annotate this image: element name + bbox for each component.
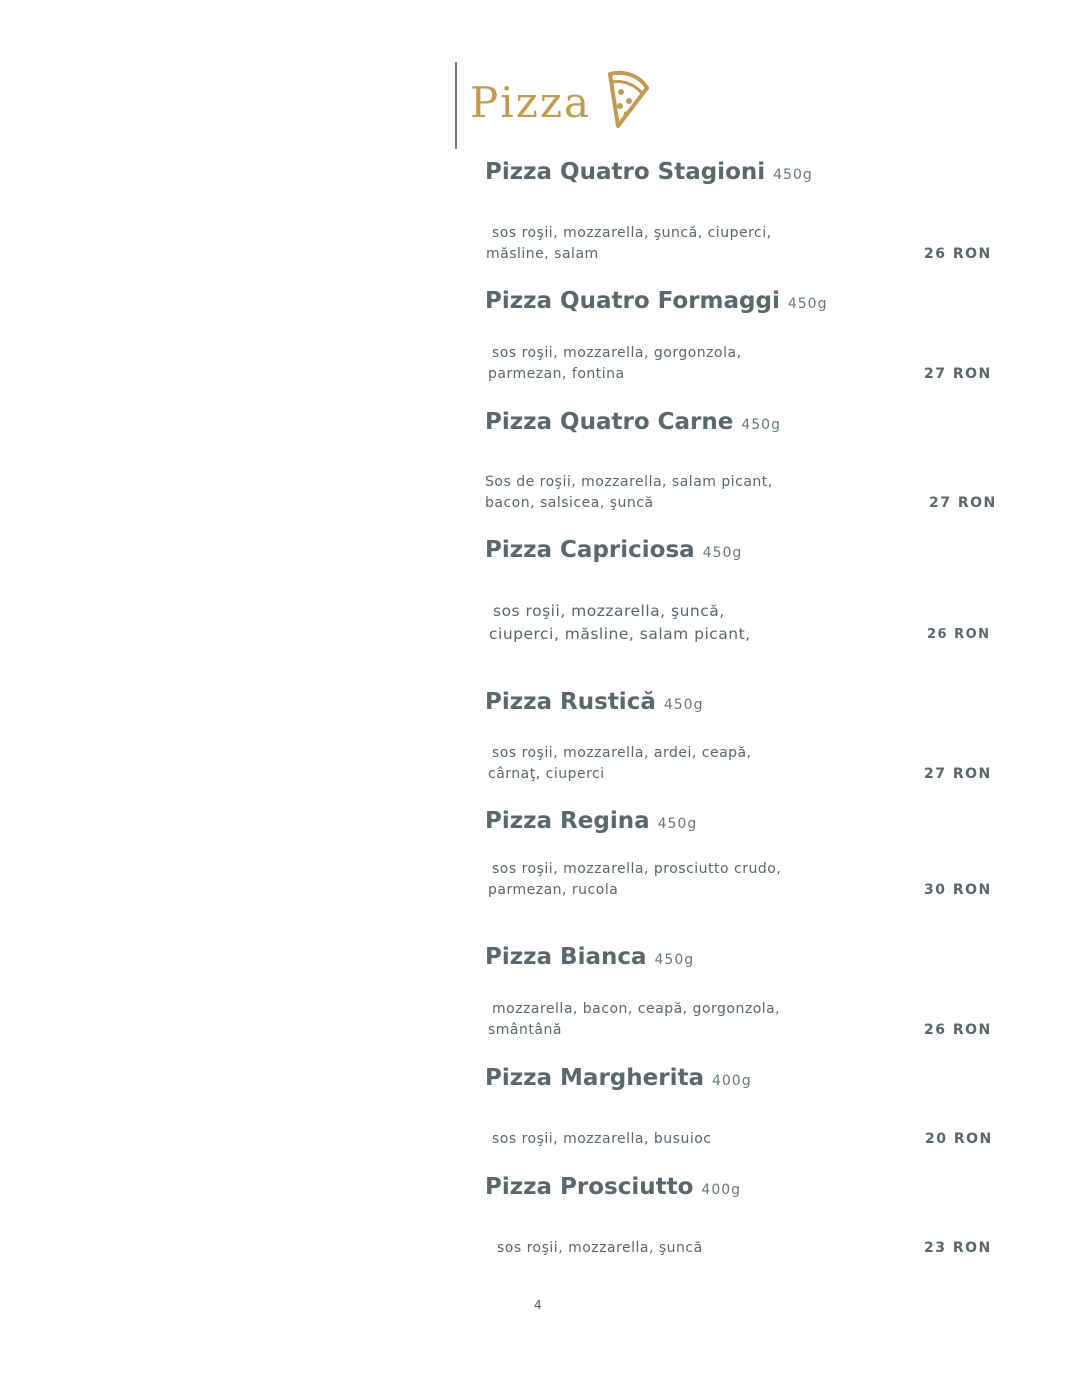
item-weight: 450g xyxy=(657,816,698,832)
item-description: mozzarella, bacon, ceapă, gorgonzola, sm… xyxy=(488,999,780,1041)
menu-item: Pizza Rustică 450g xyxy=(485,687,1005,720)
item-description-line: sos roşii, mozzarella, busuioc xyxy=(492,1131,712,1147)
item-price: 26 RON xyxy=(924,246,992,262)
item-price: 26 RON xyxy=(927,627,991,642)
item-description-line: sos roşii, mozzarella, şuncă, xyxy=(493,602,725,620)
item-description: sos roşii, mozzarella, şuncă, ciuperci, … xyxy=(489,600,751,646)
item-price: 27 RON xyxy=(924,766,992,782)
item-weight: 450g xyxy=(787,296,828,312)
item-price: 27 RON xyxy=(929,495,997,511)
item-description-line: sos roşii, mozzarella, prosciutto crudo, xyxy=(492,861,782,877)
item-weight: 400g xyxy=(711,1073,752,1089)
item-description-line: ciuperci, măsline, salam picant, xyxy=(489,625,751,643)
item-description-line: cârnaţ, ciuperci xyxy=(488,766,605,782)
item-description-line: parmezan, fontina xyxy=(488,366,625,382)
pizza-slice-icon xyxy=(608,70,649,128)
menu-item: Pizza Bianca 450g xyxy=(485,942,1005,975)
menu-item: Pizza Margherita 400g xyxy=(485,1063,1005,1096)
item-description: Sos de roşii, mozzarella, salam picant, … xyxy=(485,472,773,514)
item-name: Pizza Capriciosa xyxy=(485,537,695,563)
item-description-line: sos roşii, mozzarella, şuncă xyxy=(497,1240,703,1256)
item-price: 30 RON xyxy=(924,882,992,898)
item-price: 27 RON xyxy=(924,366,992,382)
item-name: Pizza Regina xyxy=(485,808,650,834)
item-description-line: sos roşii, mozzarella, ardei, ceapă, xyxy=(492,745,752,761)
item-weight: 450g xyxy=(773,167,813,183)
menu-item: Pizza Quatro Stagioni 450g xyxy=(485,157,1005,190)
item-description: sos roşii, mozzarella, prosciutto crudo,… xyxy=(488,859,781,901)
item-description-line: sos roşii, mozzarella, gorgonzola, xyxy=(492,345,742,361)
item-name: Pizza Bianca xyxy=(485,944,647,970)
item-weight: 450g xyxy=(741,417,781,433)
item-description-line: sos roşii, mozzarella, şuncă, ciuperci, xyxy=(492,225,772,241)
page-number: 4 xyxy=(534,1298,542,1312)
title-divider xyxy=(455,62,457,149)
item-weight: 450g xyxy=(654,952,695,968)
item-name: Pizza Prosciutto xyxy=(485,1174,694,1200)
item-name: Pizza Quatro Stagioni xyxy=(485,159,766,185)
item-price: 26 RON xyxy=(924,1022,992,1038)
item-weight: 450g xyxy=(702,545,743,561)
menu-item: Pizza Prosciutto 400g xyxy=(485,1172,1005,1205)
menu-item: Pizza Quatro Formaggi 450g xyxy=(485,286,1005,319)
item-description: sos roşii, mozzarella, busuioc xyxy=(492,1129,711,1150)
item-description: sos roşii, mozzarella, şuncă xyxy=(497,1238,703,1259)
menu-item: Pizza Quatro Carne 450g xyxy=(485,407,1005,440)
item-name: Pizza Quatro Carne xyxy=(485,409,734,435)
item-name: Pizza Margherita xyxy=(485,1065,704,1091)
menu-item: Pizza Capriciosa 450g xyxy=(485,535,1005,568)
item-description-line: smântână xyxy=(488,1022,562,1038)
item-weight: 450g xyxy=(663,697,704,713)
item-price: 23 RON xyxy=(924,1240,992,1256)
item-description: sos roşii, mozzarella, şuncă, ciuperci, … xyxy=(486,223,772,265)
menu-item: Pizza Regina 450g xyxy=(485,806,1005,839)
item-weight: 400g xyxy=(701,1182,742,1198)
item-price: 20 RON xyxy=(925,1131,993,1147)
item-description-line: mozzarella, bacon, ceapă, gorgonzola, xyxy=(492,1001,781,1017)
item-name: Pizza Rustică xyxy=(485,689,656,715)
item-name: Pizza Quatro Formaggi xyxy=(485,288,780,314)
item-description: sos roşii, mozzarella, gorgonzola, parme… xyxy=(488,343,742,385)
item-description: sos roşii, mozzarella, ardei, ceapă, câr… xyxy=(488,743,752,785)
item-description-line: parmezan, rucola xyxy=(488,882,619,898)
item-description-line: bacon, salsicea, şuncă xyxy=(485,495,654,511)
item-description-line: Sos de roşii, mozzarella, salam picant, xyxy=(485,474,773,490)
section-title: Pizza xyxy=(470,78,591,127)
item-description-line: măsline, salam xyxy=(486,246,599,262)
